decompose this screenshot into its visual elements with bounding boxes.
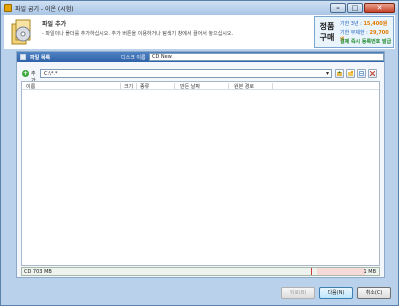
panel-title: 파일 목록 bbox=[30, 55, 51, 61]
list-icon bbox=[20, 54, 26, 60]
column-divider[interactable] bbox=[120, 83, 121, 89]
badge-line-1: 정품 bbox=[319, 22, 335, 31]
column-name[interactable]: 이름 bbox=[26, 83, 35, 90]
disc-name-input[interactable]: CD New bbox=[149, 53, 384, 61]
column-size[interactable]: 크기 bbox=[124, 83, 133, 90]
column-divider[interactable] bbox=[174, 83, 175, 89]
maximize-icon: □ bbox=[351, 4, 359, 12]
wizard-header: 파일 추가 - 파일이나 폴더를 추가하십시오. 추가 버튼을 이용하거나 탐색… bbox=[4, 15, 395, 49]
maximize-button[interactable]: □ bbox=[347, 3, 363, 13]
burn-wizard-window: 파일 굽기 - 이온 (시험) – □ ✕ 파일 추가 - 파일이나 폴더를 추… bbox=[0, 0, 399, 306]
column-created-date[interactable]: 만든 날짜 bbox=[180, 83, 200, 90]
panel-header: 파일 목록 디스크 이름 CD New bbox=[17, 52, 384, 62]
minimize-button[interactable]: – bbox=[330, 3, 346, 13]
path-combobox[interactable]: C:\*.* ▾ bbox=[40, 69, 332, 78]
file-toolbar: + 추가 C:\*.* ▾ bbox=[21, 69, 380, 84]
column-type[interactable]: 종류 bbox=[140, 83, 149, 90]
header-description: - 파일이나 폴더를 추가하십시오. 추가 버튼을 이용하거나 탐색기 창에서 … bbox=[42, 31, 234, 37]
badge-line-2: 구매 bbox=[319, 33, 335, 42]
cancel-button[interactable]: 취소(C) bbox=[357, 287, 391, 299]
file-list-panel: 파일 목록 디스크 이름 CD New + 추가 C:\*.* ▾ bbox=[16, 51, 385, 278]
close-button[interactable]: ✕ bbox=[364, 3, 395, 13]
price-3year-label: 기한 3년 : bbox=[340, 21, 364, 27]
path-value: C:\*.* bbox=[44, 71, 58, 77]
purchase-badge: 정품 구매 bbox=[317, 19, 337, 45]
delete-icon bbox=[370, 71, 375, 76]
delete-button[interactable] bbox=[368, 69, 377, 78]
capacity-label[interactable]: CD 703 MB bbox=[24, 269, 52, 275]
column-source-path[interactable]: 원본 경로 bbox=[234, 83, 254, 90]
file-list-header: 이름 크기 종류 만든 날짜 원본 경로 bbox=[22, 82, 379, 90]
instant-key-note: 결제 즉시 등록번호 발급 bbox=[340, 39, 392, 45]
add-button[interactable]: + 추가 bbox=[21, 69, 40, 84]
price-unlimited-label: 기한 무제한 : bbox=[340, 30, 370, 36]
price-3year-value: 15,400원 bbox=[363, 21, 388, 27]
window-title: 파일 굽기 - 이온 (시험) bbox=[15, 6, 74, 13]
new-folder-button[interactable] bbox=[346, 69, 355, 78]
title-bar[interactable]: 파일 굽기 - 이온 (시험) – □ ✕ bbox=[1, 1, 398, 15]
view-mode-button[interactable] bbox=[357, 69, 366, 78]
next-button[interactable]: 다음(N) bbox=[319, 287, 353, 299]
disc-folder-icon bbox=[11, 19, 31, 45]
back-button[interactable]: 뒤로(B) bbox=[281, 287, 315, 299]
plus-icon: + bbox=[22, 70, 29, 77]
column-divider[interactable] bbox=[228, 83, 229, 89]
capacity-bar: CD 703 MB 1 MB bbox=[21, 267, 380, 276]
file-list[interactable]: 이름 크기 종류 만든 날짜 원본 경로 bbox=[21, 81, 380, 266]
close-icon: ✕ bbox=[376, 4, 383, 12]
capacity-usage-label: 1 MB bbox=[363, 269, 376, 275]
capacity-limit-marker bbox=[311, 268, 312, 275]
purchase-banner[interactable]: 정품 구매 기한 3년 : 15,400원 기한 무제한 : 29,700원 결… bbox=[314, 16, 394, 48]
folder-up-icon bbox=[337, 71, 342, 76]
view-icon bbox=[359, 71, 364, 76]
folder-up-button[interactable] bbox=[335, 69, 344, 78]
column-divider[interactable] bbox=[272, 83, 273, 89]
minimize-icon: – bbox=[336, 4, 340, 12]
header-title: 파일 추가 bbox=[42, 21, 67, 28]
new-folder-icon bbox=[348, 71, 353, 76]
price-3year: 기한 3년 : 15,400원 bbox=[340, 20, 387, 27]
chevron-down-icon: ▾ bbox=[325, 70, 329, 77]
disc-name-label: 디스크 이름 bbox=[121, 55, 146, 61]
column-divider[interactable] bbox=[136, 83, 137, 89]
app-icon bbox=[4, 4, 12, 12]
capacity-overflow-zone bbox=[317, 268, 365, 275]
